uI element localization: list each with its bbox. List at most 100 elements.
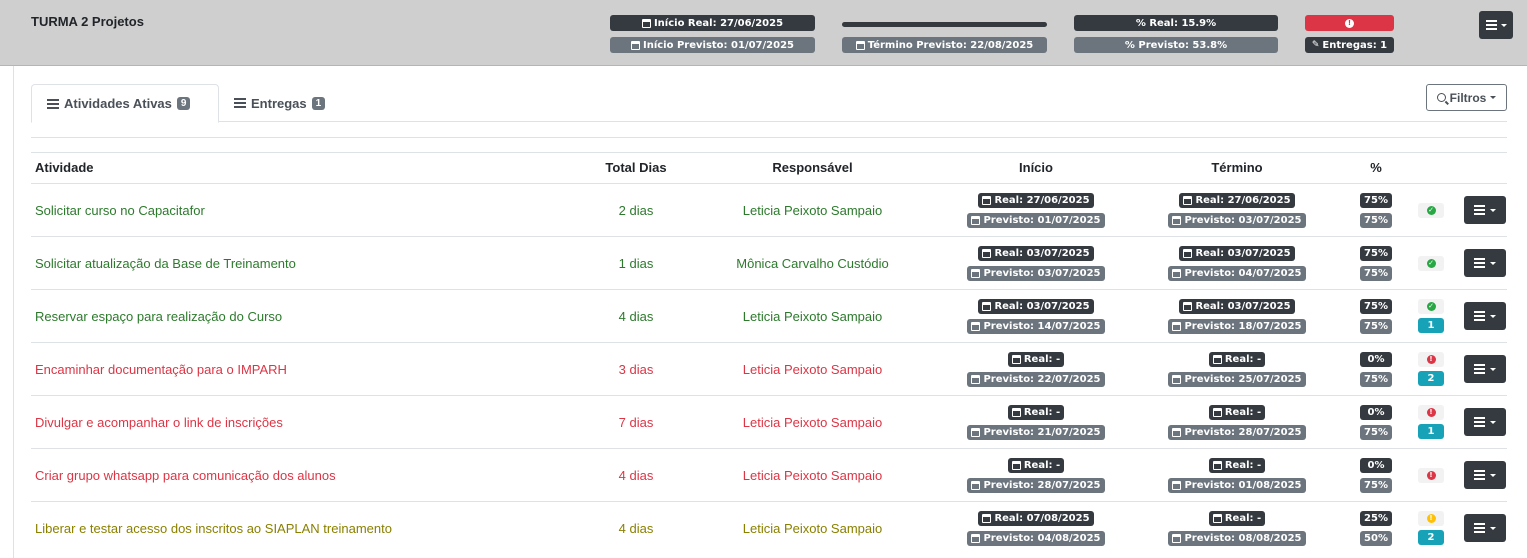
start-real-badge: Real: - (1007, 458, 1065, 473)
row-actions-button[interactable] (1464, 196, 1506, 224)
tab-deliveries[interactable]: Entregas 1 (219, 84, 340, 122)
percent-real-badge: 0% (1360, 405, 1392, 420)
status-indicator: ! (1418, 511, 1444, 526)
status-indicator: ✓ (1418, 299, 1444, 314)
percent-planned-badge: 75% (1360, 372, 1392, 387)
list-icon (1474, 417, 1485, 427)
percent-planned-badge: 75% (1360, 266, 1392, 281)
calendar-icon (630, 40, 640, 50)
percent-real-badge: 0% (1360, 458, 1392, 473)
status-column: ✓ (1416, 237, 1446, 289)
deliveries-count-badge[interactable]: 2 (1418, 530, 1444, 545)
calendar-icon (1172, 375, 1182, 384)
row-actions-button[interactable] (1464, 249, 1506, 277)
activity-responsible: Leticia Peixoto Sampaio (742, 414, 883, 430)
divider (31, 152, 1507, 153)
status-indicator: ! (1418, 467, 1444, 483)
start-planned-badge: Previsto: 01/07/2025 (967, 213, 1105, 228)
tab-active-activities[interactable]: Atividades Ativas 9 (31, 84, 219, 123)
activity-name[interactable]: Criar grupo whatsapp para comunicação do… (35, 449, 336, 501)
column-header-total-days[interactable]: Total Dias (571, 160, 701, 175)
tasks-icon (47, 98, 59, 109)
column-header-percent[interactable]: % (1353, 160, 1399, 175)
activity-total-days: 4 dias (618, 308, 654, 324)
row-actions-button[interactable] (1464, 302, 1506, 330)
percent-planned-badge: 50% (1360, 531, 1392, 546)
caret-down-icon (1490, 96, 1497, 99)
status-column: ✓ 1 (1416, 290, 1446, 342)
row-actions-button[interactable] (1464, 514, 1506, 542)
deliveries-count-badge[interactable]: 2 (1418, 371, 1444, 386)
search-icon (1436, 93, 1446, 102)
calendar-icon (641, 18, 651, 28)
end-dates: Real: - Previsto: 08/08/2025 (1162, 511, 1312, 546)
end-real-badge: Real: - (1208, 405, 1266, 420)
deliveries-count-badge[interactable]: 1 (1418, 424, 1444, 439)
activity-name[interactable]: Reservar espaço para realização do Curso (35, 290, 282, 342)
percent-badges: 75% 75% (1353, 193, 1399, 228)
activity-total-days: 3 dias (618, 361, 654, 377)
caret-down-icon (1490, 261, 1496, 265)
end-dates: Real: - Previsto: 25/07/2025 (1162, 352, 1312, 387)
start-planned-badge: Previsto: 03/07/2025 (967, 266, 1105, 281)
calendar-icon (971, 322, 981, 331)
percent-badges: 25% 50% (1353, 511, 1399, 546)
filters-button[interactable]: Filtros (1426, 84, 1507, 111)
calendar-icon (1172, 216, 1182, 225)
activity-total-days: 4 dias (618, 520, 654, 536)
table-row: Criar grupo whatsapp para comunicação do… (31, 448, 1507, 501)
table-row: Liberar e testar acesso dos inscritos ao… (31, 501, 1507, 554)
column-header-responsible[interactable]: Responsável (721, 160, 904, 175)
calendar-icon (971, 481, 981, 490)
end-real-badge: Real: 03/07/2025 (1179, 246, 1295, 261)
column-header-end[interactable]: Término (1162, 160, 1312, 175)
end-real-badge: Real: 27/06/2025 (1179, 193, 1295, 208)
tab-count-badge: 1 (311, 96, 326, 110)
tab-count-badge: 9 (176, 97, 191, 110)
list-icon (1474, 258, 1485, 268)
calendar-icon (1212, 408, 1222, 417)
column-header-start[interactable]: Início (961, 160, 1111, 175)
calendar-icon (982, 302, 992, 311)
percent-planned-badge: 75% (1360, 478, 1392, 493)
calendar-icon (971, 269, 981, 278)
row-actions-button[interactable] (1464, 461, 1506, 489)
activity-name[interactable]: Solicitar curso no Capacitafor (35, 184, 205, 236)
start-dates: Real: 27/06/2025 Previsto: 01/07/2025 (961, 193, 1111, 228)
column-header-activity[interactable]: Atividade (35, 160, 94, 175)
percent-badges: 75% 75% (1353, 246, 1399, 281)
start-planned-badge: Início Previsto: 01/07/2025 (610, 37, 815, 53)
start-dates: Real: - Previsto: 21/07/2025 (961, 405, 1111, 440)
end-real-badge: Real: - (1208, 458, 1266, 473)
project-title: TURMA 2 Projetos (31, 14, 144, 29)
deliveries-count-badge[interactable]: 1 (1418, 318, 1444, 333)
end-dates: Real: - Previsto: 01/08/2025 (1162, 458, 1312, 493)
exclamation-circle-icon: ! (1345, 18, 1354, 28)
activity-name[interactable]: Encaminhar documentação para o IMPARH (35, 343, 287, 395)
project-menu-button[interactable] (1479, 11, 1513, 39)
start-real-badge: Real: 03/07/2025 (978, 299, 1094, 314)
activity-total-days: 1 dias (618, 255, 654, 271)
calendar-icon (1183, 249, 1193, 258)
calendar-icon (1172, 322, 1182, 331)
end-dates: Real: 03/07/2025 Previsto: 04/07/2025 (1162, 246, 1312, 281)
start-real-badge: Real: 03/07/2025 (978, 246, 1094, 261)
caret-down-icon (1490, 473, 1496, 477)
table-row: Encaminhar documentação para o IMPARH 3 … (31, 342, 1507, 395)
percent-badges: 0% 75% (1353, 405, 1399, 440)
percent-planned-badge: % Previsto: 53.8% (1074, 37, 1278, 53)
list-icon (1474, 311, 1485, 321)
calendar-icon (982, 514, 992, 523)
activity-name[interactable]: Divulgar e acompanhar o link de inscriçõ… (35, 396, 283, 448)
start-real-badge: Real: - (1007, 405, 1065, 420)
status-column: ! 2 (1416, 502, 1446, 554)
calendar-icon (1172, 428, 1182, 437)
activity-name[interactable]: Liberar e testar acesso dos inscritos ao… (35, 502, 392, 554)
exclamation-circle-icon: ! (1426, 470, 1436, 480)
end-dates: Real: 27/06/2025 Previsto: 03/07/2025 (1162, 193, 1312, 228)
list-icon (1474, 470, 1485, 480)
row-actions-button[interactable] (1464, 408, 1506, 436)
activity-name[interactable]: Solicitar atualização da Base de Treinam… (35, 237, 296, 289)
activity-total-days: 4 dias (618, 467, 654, 483)
row-actions-button[interactable] (1464, 355, 1506, 383)
